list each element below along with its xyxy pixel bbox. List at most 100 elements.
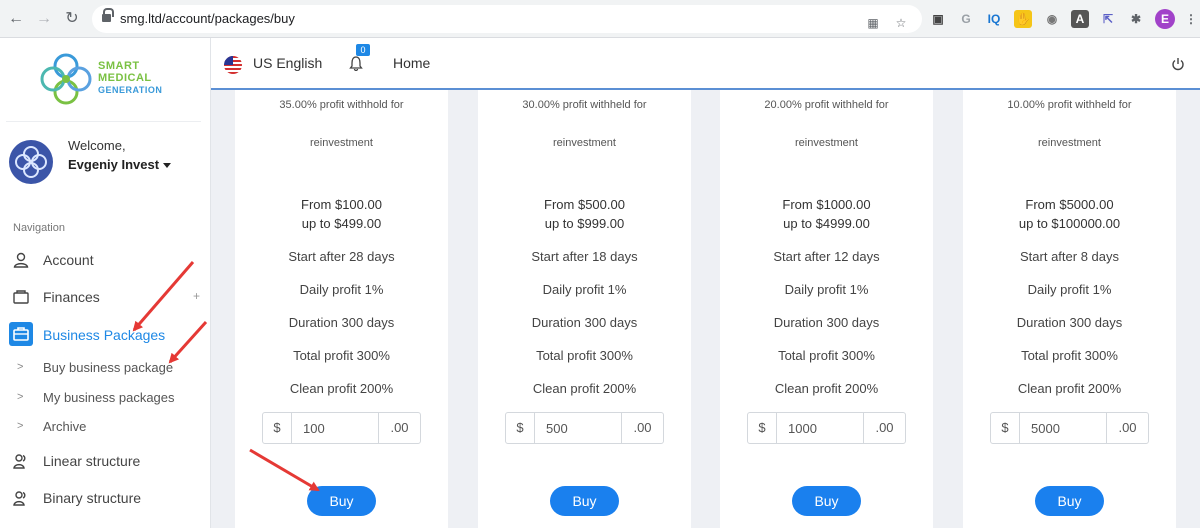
- username-label: Evgeniy Invest: [68, 157, 160, 172]
- start-after: Start after 12 days: [773, 249, 880, 264]
- total-profit: Total profit 300%: [536, 348, 633, 363]
- logo-line-1: SMART: [98, 60, 140, 72]
- chevron-right-icon: >: [17, 361, 24, 373]
- chevron-right-icon: >: [17, 420, 24, 432]
- translate-icon[interactable]: ▦: [864, 14, 882, 32]
- amount-input[interactable]: 1000: [788, 421, 817, 436]
- clean-profit: Clean profit 200%: [532, 381, 637, 396]
- home-link[interactable]: Home: [393, 55, 430, 71]
- browser-menu-icon[interactable]: ⋮: [1182, 10, 1200, 28]
- iq-extension-icon[interactable]: IQ: [985, 10, 1003, 28]
- nav-heading: Navigation: [13, 222, 65, 234]
- price-upto: up to $999.00: [544, 216, 625, 231]
- briefcase-icon: [13, 327, 29, 341]
- avatar[interactable]: [9, 140, 53, 184]
- welcome-text: Welcome,: [68, 138, 126, 153]
- amount-input-group: $ 100 .00: [262, 412, 421, 444]
- sidebar-item-label: Business Packages: [43, 327, 166, 343]
- currency-addon: $: [506, 413, 535, 443]
- puzzle-icon[interactable]: ✱: [1127, 10, 1145, 28]
- total-profit: Total profit 300%: [293, 348, 390, 363]
- buy-button[interactable]: Buy: [550, 486, 619, 516]
- a-extension-icon[interactable]: A: [1071, 10, 1089, 28]
- withheld-note: 35.00% profit withhold for: [279, 99, 404, 111]
- sidebar-item-label: Finances: [43, 289, 100, 305]
- caret-down-icon: [163, 163, 172, 169]
- users-icon: [13, 454, 26, 469]
- users-icon: [13, 491, 26, 506]
- user-menu-toggle[interactable]: Evgeniy Invest: [68, 157, 172, 172]
- sidebar-item-label: Linear structure: [43, 453, 141, 469]
- total-profit: Total profit 300%: [778, 348, 875, 363]
- sidebar-item-business-packages[interactable]: Business Packages: [0, 321, 210, 351]
- sidebar: SMART MEDICAL GENERATION Welcome, Evgeni…: [0, 38, 211, 528]
- sidebar-item-label: Account: [43, 252, 94, 268]
- decimals-addon: .00: [1106, 413, 1148, 443]
- clean-profit: Clean profit 200%: [774, 381, 879, 396]
- amount-input[interactable]: 500: [546, 421, 568, 436]
- google-extension-icon[interactable]: G: [957, 10, 975, 28]
- logo-emblem-icon: [40, 53, 92, 105]
- hand-extension-icon[interactable]: ✋: [1014, 10, 1032, 28]
- start-after: Start after 18 days: [531, 249, 638, 264]
- power-icon[interactable]: [1171, 57, 1185, 71]
- url-text: smg.ltd/account/packages/buy: [120, 11, 295, 26]
- decimals-addon: .00: [863, 413, 905, 443]
- reinvestment-note: reinvestment: [795, 137, 858, 149]
- sidebar-subitem-my-business-packages[interactable]: > My business packages: [0, 386, 210, 410]
- sidebar-subitem-buy-business-package[interactable]: > Buy business package: [0, 356, 210, 380]
- browser-toolbar: ← → ↻ smg.ltd/account/packages/buy ▦ ☆ ▣…: [0, 0, 1200, 38]
- sidebar-subitem-label: My business packages: [43, 390, 175, 405]
- daily-profit: Daily profit 1%: [784, 282, 869, 297]
- currency-addon: $: [991, 413, 1020, 443]
- logo-line-2: MEDICAL: [98, 72, 152, 84]
- price-upto: up to $4999.00: [783, 216, 870, 231]
- chevron-right-icon: >: [17, 391, 24, 403]
- cursor-extension-icon[interactable]: ⇱: [1099, 10, 1117, 28]
- buy-button[interactable]: Buy: [792, 486, 861, 516]
- reinvestment-note: reinvestment: [310, 137, 373, 149]
- qr-extension-icon[interactable]: ▣: [929, 10, 947, 28]
- withheld-note: 30.00% profit withheld for: [522, 99, 647, 111]
- lock-icon: [102, 8, 114, 24]
- reinvestment-note: reinvestment: [553, 137, 616, 149]
- daily-profit: Daily profit 1%: [299, 282, 384, 297]
- forward-icon[interactable]: →: [34, 9, 54, 29]
- address-bar[interactable]: smg.ltd/account/packages/buy ▦ ☆: [92, 5, 922, 33]
- wallet-icon: [13, 290, 29, 304]
- withheld-note: 20.00% profit withheld for: [764, 99, 889, 111]
- total-profit: Total profit 300%: [1021, 348, 1118, 363]
- circle-extension-icon[interactable]: ◉: [1043, 10, 1061, 28]
- buy-button[interactable]: Buy: [1035, 486, 1104, 516]
- back-icon[interactable]: ←: [6, 9, 26, 29]
- language-label: US English: [253, 55, 323, 71]
- buy-button[interactable]: Buy: [307, 486, 376, 516]
- daily-profit: Daily profit 1%: [1027, 282, 1112, 297]
- duration: Duration 300 days: [531, 315, 638, 330]
- start-after: Start after 8 days: [1020, 249, 1119, 264]
- expand-toggle[interactable]: +: [193, 289, 200, 303]
- package-card: 20.00% profit withheld for reinvestment …: [720, 90, 933, 528]
- sidebar-item-linear-structure[interactable]: Linear structure: [0, 447, 210, 477]
- profile-avatar[interactable]: E: [1155, 9, 1175, 29]
- bell-icon[interactable]: [349, 55, 363, 71]
- sidebar-item-binary-structure[interactable]: Binary structure: [0, 484, 210, 514]
- clean-profit: Clean profit 200%: [1017, 381, 1122, 396]
- sidebar-subitem-archive[interactable]: > Archive: [0, 415, 210, 439]
- reinvestment-note: reinvestment: [1038, 137, 1101, 149]
- notification-count-badge: 0: [356, 44, 370, 56]
- briefcase-icon-box: [9, 322, 33, 346]
- amount-input[interactable]: 100: [303, 421, 325, 436]
- site-logo[interactable]: SMART MEDICAL GENERATION: [36, 50, 176, 108]
- sidebar-item-account[interactable]: Account: [0, 246, 210, 276]
- package-card: 35.00% profit withhold for reinvestment …: [235, 90, 448, 528]
- decimals-addon: .00: [621, 413, 663, 443]
- sidebar-subitem-label: Buy business package: [43, 360, 174, 375]
- decimals-addon: .00: [378, 413, 420, 443]
- user-icon: [13, 252, 29, 268]
- avatar-emblem-icon: [15, 146, 47, 178]
- bookmark-star-icon[interactable]: ☆: [892, 14, 910, 32]
- reload-icon[interactable]: ↻: [62, 9, 82, 29]
- sidebar-item-finances[interactable]: Finances +: [0, 283, 210, 313]
- amount-input[interactable]: 5000: [1031, 421, 1060, 436]
